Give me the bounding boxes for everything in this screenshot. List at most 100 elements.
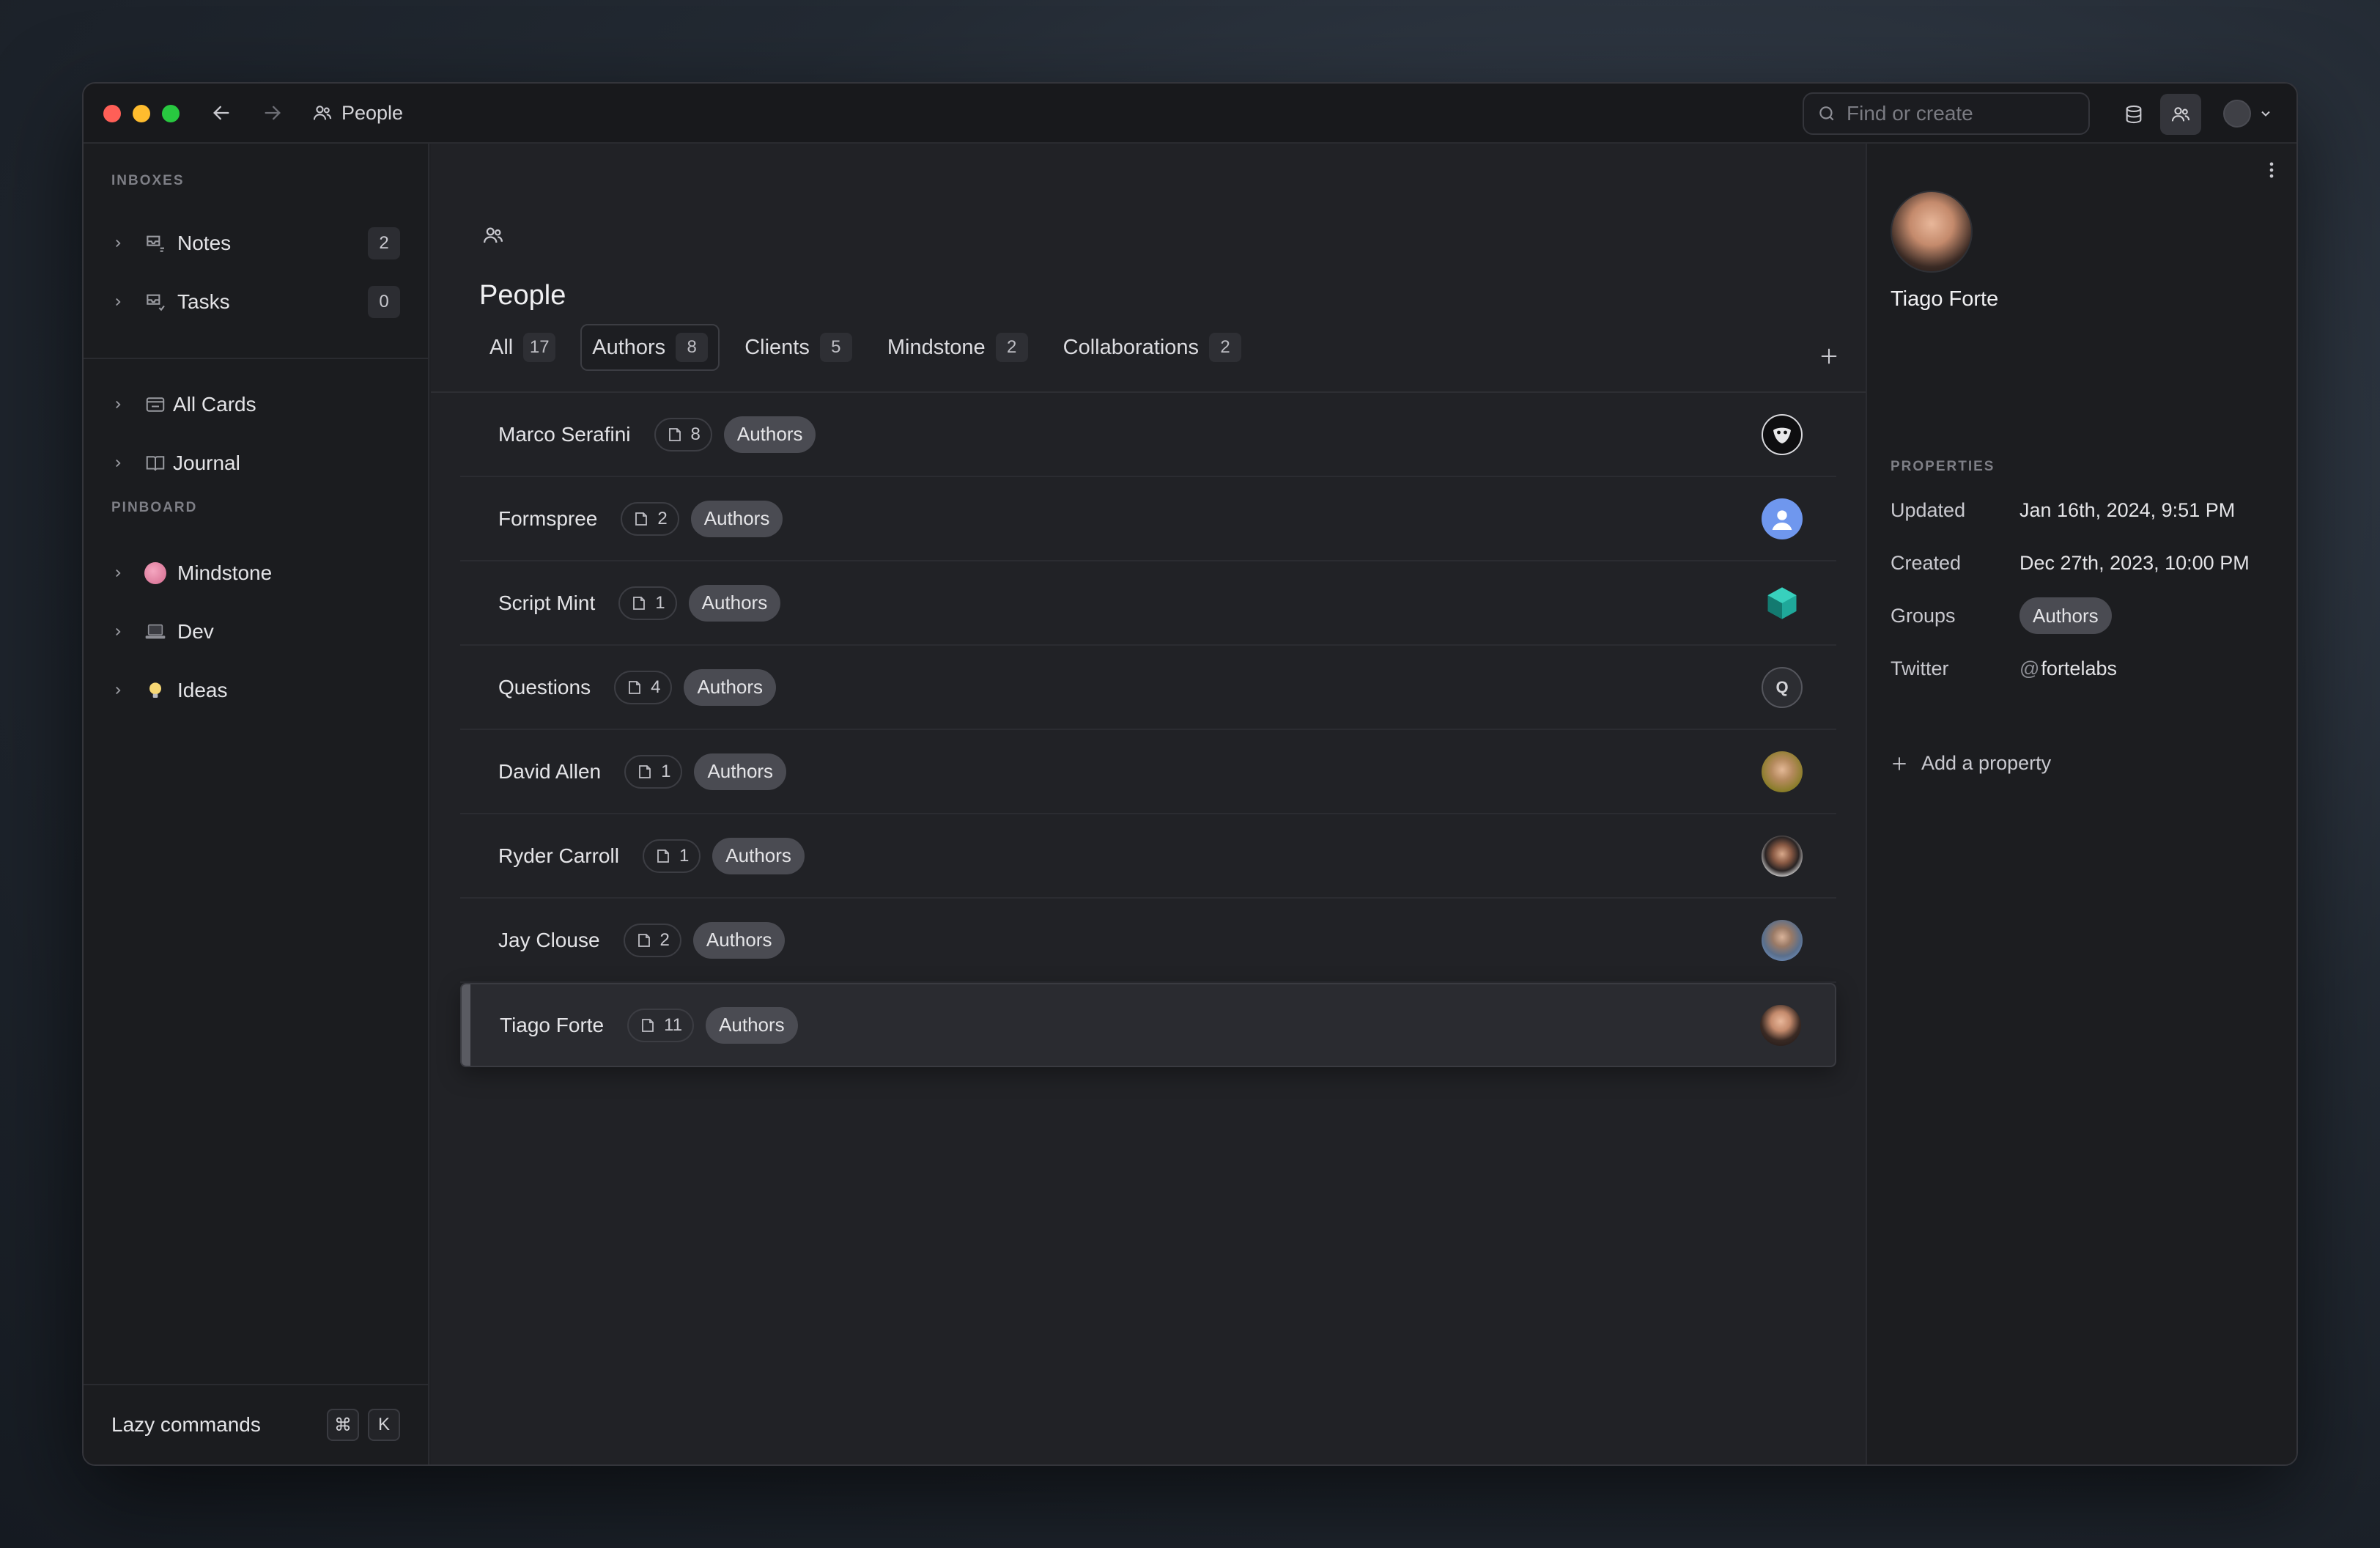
- group-tag[interactable]: Authors: [2019, 597, 2112, 634]
- card-count: 1: [618, 586, 677, 620]
- search-input[interactable]: [1847, 102, 2066, 125]
- card-icon: [629, 680, 640, 694]
- back-button[interactable]: [207, 98, 236, 128]
- profile-name[interactable]: Tiago Forte: [1891, 287, 1998, 312]
- search-icon: [1819, 106, 1834, 121]
- person-name: Script Mint: [498, 591, 596, 614]
- sidebar-item-journal[interactable]: Journal: [111, 443, 400, 484]
- database-button[interactable]: [2113, 94, 2154, 135]
- book-icon: [146, 456, 165, 471]
- card-count-value: 2: [659, 929, 670, 950]
- list-item[interactable]: Formspree 2 Authors: [460, 477, 1836, 561]
- kbd-command: ⌘: [327, 1409, 359, 1441]
- tab-clients[interactable]: Clients 5: [734, 324, 862, 371]
- profile-avatar[interactable]: [1891, 191, 1973, 273]
- sidebar-item-mindstone[interactable]: Mindstone: [111, 553, 400, 594]
- tab-all[interactable]: All 17: [479, 324, 566, 371]
- tab-label: Authors: [592, 335, 666, 359]
- person-name: David Allen: [498, 759, 602, 783]
- group-tag[interactable]: Authors: [712, 837, 805, 874]
- property-key: Twitter: [1891, 657, 1949, 679]
- arrow-right-icon: [265, 106, 281, 120]
- kbd-k: K: [368, 1409, 400, 1441]
- person-name: Ryder Carroll: [498, 844, 619, 867]
- tab-count: 8: [676, 333, 709, 362]
- sidebar-item-label: Journal: [173, 452, 240, 474]
- avatar: [1762, 751, 1803, 792]
- people-view-button[interactable]: [2160, 94, 2201, 135]
- at-sign: @: [2019, 657, 2040, 679]
- property-twitter[interactable]: Twitter @fortelabs: [1891, 648, 2279, 689]
- group-tag[interactable]: Authors: [690, 500, 783, 537]
- lazy-commands-bar[interactable]: Lazy commands ⌘ K: [84, 1384, 428, 1464]
- title-bar: People: [84, 84, 2296, 144]
- chevron-right-icon: [116, 686, 121, 695]
- sidebar-item-label: Notes: [177, 232, 232, 254]
- arrow-left-icon: [213, 106, 229, 120]
- sidebar: INBOXES Notes 2 Tasks 0 All Cards Journa…: [84, 144, 429, 1464]
- window-title: People: [341, 101, 404, 124]
- card-count-value: 1: [655, 592, 665, 613]
- property-key: Updated: [1891, 498, 1966, 521]
- brain-icon: [144, 562, 166, 584]
- list-item[interactable]: Ryder Carroll 1 Authors: [460, 814, 1836, 899]
- tab-mindstone[interactable]: Mindstone 2: [877, 324, 1038, 371]
- account-menu[interactable]: [2223, 100, 2273, 128]
- sidebar-item-notes[interactable]: Notes 2: [111, 223, 400, 264]
- chevron-right-icon: [116, 627, 121, 636]
- close-window-button[interactable]: [103, 105, 121, 122]
- group-tag[interactable]: Authors: [688, 584, 781, 622]
- add-property-button[interactable]: Add a property: [1891, 752, 2051, 775]
- card-icon: [657, 849, 669, 863]
- sidebar-item-dev[interactable]: Dev: [111, 611, 400, 652]
- group-tag[interactable]: Authors: [692, 921, 786, 959]
- sidebar-divider: [84, 358, 428, 359]
- forward-button[interactable]: [258, 98, 287, 128]
- sidebar-item-ideas[interactable]: Ideas: [111, 670, 400, 711]
- tab-authors[interactable]: Authors 8: [580, 324, 720, 371]
- chevron-right-icon: [116, 459, 121, 468]
- property-groups[interactable]: Groups Authors: [1891, 595, 2279, 636]
- person-name: Questions: [498, 675, 591, 699]
- chevron-right-icon: [116, 569, 121, 578]
- sidebar-item-tasks[interactable]: Tasks 0: [111, 281, 400, 322]
- list-item-selected[interactable]: Tiago Forte 11 Authors: [460, 983, 1836, 1067]
- minimize-window-button[interactable]: [133, 105, 150, 122]
- zoom-window-button[interactable]: [162, 105, 180, 122]
- card-count-value: 8: [690, 424, 701, 444]
- more-options-button[interactable]: [2264, 160, 2279, 184]
- sidebar-item-all-cards[interactable]: All Cards: [111, 384, 400, 425]
- list-item[interactable]: Marco Serafini 8 Authors: [460, 393, 1836, 477]
- list-item[interactable]: Questions 4 Authors Q: [460, 646, 1836, 730]
- search-box[interactable]: [1803, 92, 2090, 135]
- account-avatar: [2223, 100, 2251, 128]
- card-count: 2: [621, 501, 679, 536]
- twitter-handle[interactable]: fortelabs: [2041, 657, 2117, 679]
- tab-collaborations[interactable]: Collaborations 2: [1053, 324, 1252, 371]
- card-count-value: 2: [657, 508, 668, 528]
- breadcrumb: People: [312, 98, 403, 128]
- card-count: 8: [654, 417, 712, 452]
- avatar: [1760, 1004, 1801, 1046]
- people-list: Marco Serafini 8 Authors Formspree 2 Aut…: [460, 393, 1836, 1067]
- person-name: Jay Clouse: [498, 928, 600, 951]
- tab-count: 5: [819, 333, 852, 362]
- group-tag[interactable]: Authors: [694, 753, 787, 790]
- list-item[interactable]: David Allen 1 Authors: [460, 730, 1836, 814]
- tab-label: All: [489, 335, 514, 359]
- main-content: People All 17 Authors 8 Clients 5 Mindst…: [431, 144, 1866, 1464]
- sidebar-item-label: Tasks: [177, 290, 230, 313]
- group-tag[interactable]: Authors: [723, 416, 816, 453]
- card-icon: [668, 427, 681, 441]
- add-group-button[interactable]: [1819, 346, 1839, 370]
- card-icon: [639, 764, 651, 778]
- add-property-label: Add a property: [1921, 752, 2052, 774]
- sidebar-item-label: All Cards: [173, 393, 256, 416]
- group-tag[interactable]: Authors: [706, 1006, 798, 1044]
- card-count: 1: [624, 754, 683, 789]
- list-item[interactable]: Jay Clouse 2 Authors: [460, 899, 1836, 983]
- list-item[interactable]: Script Mint 1 Authors: [460, 561, 1836, 646]
- card-count: 11: [627, 1008, 695, 1042]
- group-tag[interactable]: Authors: [684, 668, 777, 706]
- chevron-right-icon: [116, 239, 121, 248]
